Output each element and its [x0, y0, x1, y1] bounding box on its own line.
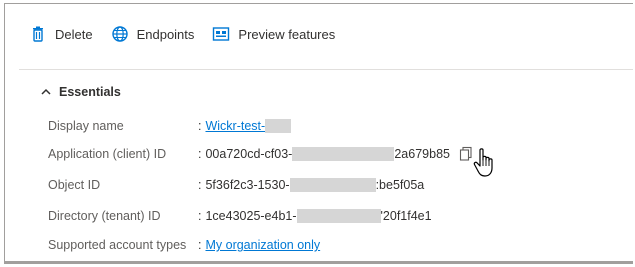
delete-button[interactable]: Delete	[29, 25, 93, 43]
redaction-block	[292, 147, 395, 161]
application-id-value: 00a720cd-cf03-	[205, 147, 293, 161]
redaction-block	[265, 119, 292, 133]
preview-features-icon	[212, 25, 230, 43]
hand-cursor-icon	[472, 147, 498, 179]
redaction-block	[296, 209, 381, 223]
bottom-border	[5, 261, 633, 263]
tenant-id-value: 1ce43025-e4b1-	[205, 209, 297, 223]
endpoints-label: Endpoints	[136, 26, 195, 42]
supported-account-types-row: Supported account types : My organizatio…	[48, 236, 320, 254]
object-id-row: Object ID : 5f36f2c3-1530- :be5f05a	[48, 176, 424, 194]
field-colon: :	[198, 178, 202, 192]
essentials-toggle[interactable]: Essentials	[40, 85, 121, 99]
app-registration-overview: Delete Endpoints Preview features Essent…	[4, 3, 633, 264]
preview-features-label: Preview features	[238, 26, 336, 42]
preview-features-button[interactable]: Preview features	[212, 25, 335, 43]
delete-label: Delete	[55, 26, 93, 42]
object-id-value: 5f36f2c3-1530-	[205, 178, 290, 192]
supported-account-types-link[interactable]: My organization only	[205, 238, 320, 252]
redaction-block	[289, 178, 376, 192]
application-id-tail: 2a679b85	[394, 147, 450, 161]
field-colon: :	[198, 238, 202, 252]
field-label: Object ID	[48, 178, 101, 192]
field-label: Display name	[48, 119, 124, 133]
tenant-id-row: Directory (tenant) ID : 1ce43025-e4b1- '…	[48, 207, 432, 225]
tenant-id-tail: '20f1f4e1	[380, 209, 432, 223]
field-colon: :	[198, 209, 202, 223]
chevron-up-icon	[40, 86, 52, 98]
command-bar: Delete Endpoints Preview features	[5, 4, 633, 64]
display-name-link[interactable]: Wickr-test-	[205, 119, 265, 133]
field-colon: :	[198, 147, 202, 161]
field-label: Supported account types	[48, 238, 187, 252]
application-id-row: Application (client) ID : 00a720cd-cf03-…	[48, 145, 474, 163]
field-label: Directory (tenant) ID	[48, 209, 161, 223]
display-name-row: Display name : Wickr-test-	[48, 117, 292, 135]
globe-icon	[111, 25, 129, 43]
toolbar-divider	[19, 69, 633, 70]
field-colon: :	[198, 119, 202, 133]
trash-icon	[29, 25, 47, 43]
object-id-tail: :be5f05a	[375, 178, 425, 192]
field-label: Application (client) ID	[48, 147, 167, 161]
endpoints-button[interactable]: Endpoints	[111, 25, 195, 43]
essentials-title: Essentials	[59, 85, 121, 99]
